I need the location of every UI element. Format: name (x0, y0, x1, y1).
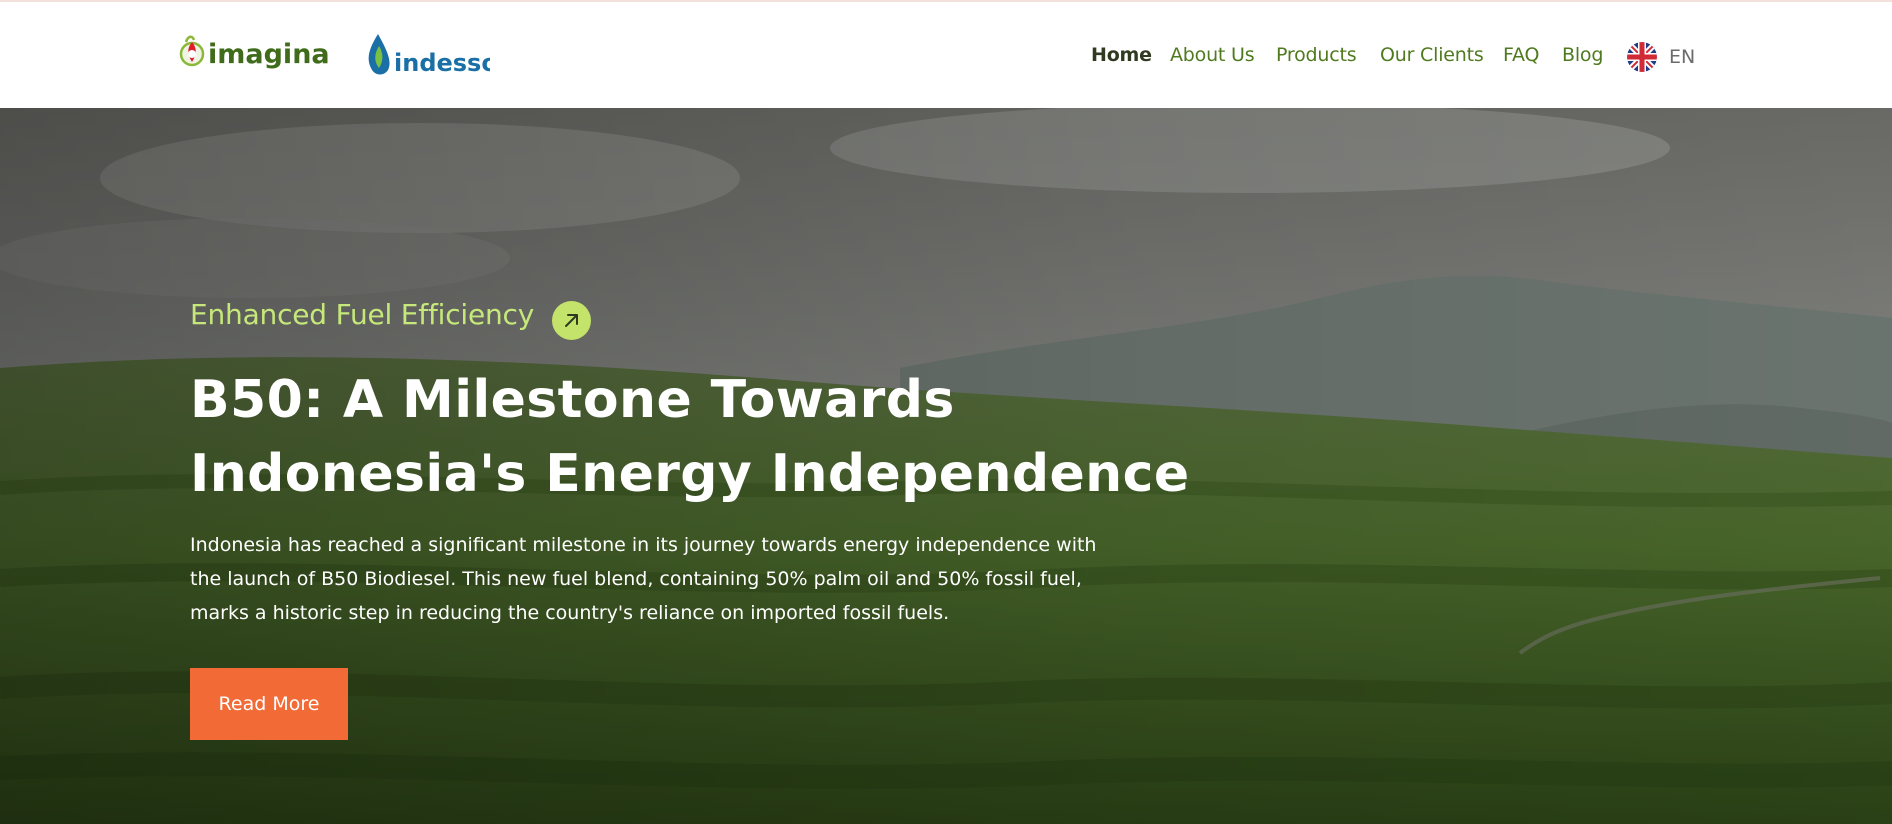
hero-section: Enhanced Fuel Efficiency B50: A Mileston… (0, 108, 1892, 824)
hero-description: Indonesia has reached a significant mile… (190, 528, 1160, 630)
hero-description-line-1: Indonesia has reached a significant mile… (190, 534, 1097, 556)
kicker-arrow-button[interactable] (552, 301, 591, 340)
read-more-button[interactable]: Read More (190, 668, 348, 740)
hero-title: B50: A Milestone Towards Indonesia's Ene… (190, 363, 1190, 511)
uk-flag-icon (1627, 42, 1657, 72)
site-header: imagina indesso Home About Us Products O… (0, 2, 1892, 108)
hero-title-line-2: Indonesia's Energy Independence (190, 444, 1190, 504)
main-nav: Home About Us Products Our Clients FAQ B… (0, 44, 1892, 72)
arrow-up-right-icon (565, 314, 578, 327)
hero-description-line-3: marks a historic step in reducing the co… (190, 602, 950, 624)
hero-title-line-1: B50: A Milestone Towards (190, 370, 955, 430)
language-label: EN (1669, 46, 1696, 68)
hero-kicker: Enhanced Fuel Efficiency (190, 298, 535, 331)
nav-home[interactable]: Home (1091, 44, 1152, 66)
nav-faq[interactable]: FAQ (1503, 44, 1539, 66)
nav-our-clients[interactable]: Our Clients (1380, 44, 1484, 66)
nav-blog[interactable]: Blog (1562, 44, 1603, 66)
nav-about-us[interactable]: About Us (1170, 44, 1255, 66)
nav-products[interactable]: Products (1276, 44, 1357, 66)
hero-description-line-2: the launch of B50 Biodiesel. This new fu… (190, 568, 1082, 590)
